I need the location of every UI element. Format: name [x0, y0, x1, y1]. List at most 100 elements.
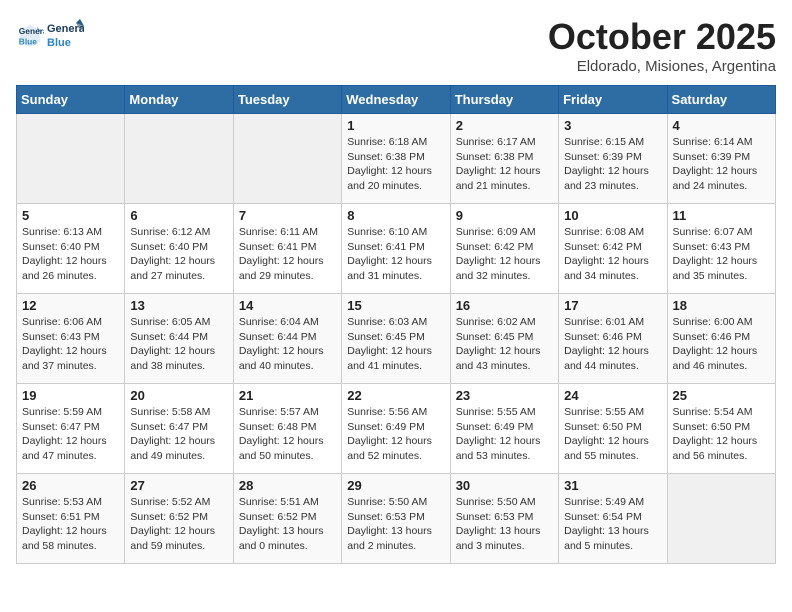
calendar-cell: [125, 114, 233, 204]
calendar-cell: 15 Sunrise: 6:03 AM Sunset: 6:45 PM Dayli…: [342, 294, 450, 384]
calendar-cell: 25 Sunrise: 5:54 AM Sunset: 6:50 PM Dayli…: [667, 384, 775, 474]
calendar-cell: 8 Sunrise: 6:10 AM Sunset: 6:41 PM Daylig…: [342, 204, 450, 294]
day-info: Sunrise: 6:03 AM Sunset: 6:45 PM Dayligh…: [347, 315, 444, 374]
calendar-cell: 26 Sunrise: 5:53 AM Sunset: 6:51 PM Dayli…: [17, 474, 125, 564]
calendar-cell: 28Sunrise: 5:51 AM Sunset: 6:52 PM Dayli…: [233, 474, 341, 564]
calendar-week-3: 12Sunrise: 6:06 AM Sunset: 6:43 PM Dayli…: [17, 294, 776, 384]
day-info: Sunrise: 6:15 AM Sunset: 6:39 PM Dayligh…: [564, 135, 661, 194]
calendar-cell: 9Sunrise: 6:09 AM Sunset: 6:42 PM Daylig…: [450, 204, 558, 294]
calendar-cell: 14 Sunrise: 6:04 AM Sunset: 6:44 PM Dayli…: [233, 294, 341, 384]
day-number: 28: [239, 478, 336, 493]
day-number: 31: [564, 478, 661, 493]
page-header: General Blue General Blue October 2025 E…: [16, 16, 776, 75]
logo-icon: General Blue: [16, 21, 44, 49]
calendar-cell: 31 Sunrise: 5:49 AM Sunset: 6:54 PM Dayli…: [559, 474, 667, 564]
calendar-cell: 21 Sunrise: 5:57 AM Sunset: 6:48 PM Dayli…: [233, 384, 341, 474]
calendar-cell: 18 Sunrise: 6:00 AM Sunset: 6:46 PM Dayli…: [667, 294, 775, 384]
day-number: 25: [673, 388, 770, 403]
logo-graphic: General Blue: [46, 16, 84, 54]
day-info: Sunrise: 6:05 AM Sunset: 6:44 PM Dayligh…: [130, 315, 227, 374]
calendar-week-2: 5 Sunrise: 6:13 AM Sunset: 6:40 PM Daylig…: [17, 204, 776, 294]
calendar-cell: [667, 474, 775, 564]
calendar-table: SundayMondayTuesdayWednesdayThursdayFrid…: [16, 85, 776, 564]
logo: General Blue General Blue: [16, 16, 84, 54]
day-info: Sunrise: 5:52 AM Sunset: 6:52 PM Dayligh…: [130, 495, 227, 554]
location-subtitle: Eldorado, Misiones, Argentina: [548, 58, 776, 75]
month-title: October 2025: [548, 16, 776, 58]
weekday-header-monday: Monday: [125, 86, 233, 114]
calendar-cell: 30 Sunrise: 5:50 AM Sunset: 6:53 PM Dayli…: [450, 474, 558, 564]
calendar-cell: 1 Sunrise: 6:18 AM Sunset: 6:38 PM Daylig…: [342, 114, 450, 204]
day-info: Sunrise: 5:55 AM Sunset: 6:50 PM Dayligh…: [564, 405, 661, 464]
day-number: 12: [22, 298, 119, 313]
calendar-cell: 2 Sunrise: 6:17 AM Sunset: 6:38 PM Daylig…: [450, 114, 558, 204]
day-number: 18: [673, 298, 770, 313]
day-number: 20: [130, 388, 227, 403]
day-info: Sunrise: 5:54 AM Sunset: 6:50 PM Dayligh…: [673, 405, 770, 464]
day-number: 11: [673, 208, 770, 223]
day-info: Sunrise: 5:56 AM Sunset: 6:49 PM Dayligh…: [347, 405, 444, 464]
day-number: 2: [456, 118, 553, 133]
day-info: Sunrise: 5:49 AM Sunset: 6:54 PM Dayligh…: [564, 495, 661, 554]
day-info: Sunrise: 5:53 AM Sunset: 6:51 PM Dayligh…: [22, 495, 119, 554]
calendar-week-5: 26 Sunrise: 5:53 AM Sunset: 6:51 PM Dayli…: [17, 474, 776, 564]
weekday-header-saturday: Saturday: [667, 86, 775, 114]
day-number: 21: [239, 388, 336, 403]
day-info: Sunrise: 5:59 AM Sunset: 6:47 PM Dayligh…: [22, 405, 119, 464]
day-number: 9: [456, 208, 553, 223]
calendar-cell: 11 Sunrise: 6:07 AM Sunset: 6:43 PM Dayli…: [667, 204, 775, 294]
weekday-header-tuesday: Tuesday: [233, 86, 341, 114]
day-number: 6: [130, 208, 227, 223]
day-info: Sunrise: 5:50 AM Sunset: 6:53 PM Dayligh…: [456, 495, 553, 554]
day-info: Sunrise: 6:10 AM Sunset: 6:41 PM Dayligh…: [347, 225, 444, 284]
day-number: 29: [347, 478, 444, 493]
calendar-cell: 16Sunrise: 6:02 AM Sunset: 6:45 PM Dayli…: [450, 294, 558, 384]
weekday-header-friday: Friday: [559, 86, 667, 114]
day-number: 5: [22, 208, 119, 223]
day-info: Sunrise: 6:18 AM Sunset: 6:38 PM Dayligh…: [347, 135, 444, 194]
day-number: 16: [456, 298, 553, 313]
title-block: October 2025 Eldorado, Misiones, Argenti…: [548, 16, 776, 75]
day-info: Sunrise: 5:55 AM Sunset: 6:49 PM Dayligh…: [456, 405, 553, 464]
day-info: Sunrise: 6:00 AM Sunset: 6:46 PM Dayligh…: [673, 315, 770, 374]
weekday-header-sunday: Sunday: [17, 86, 125, 114]
day-number: 23: [456, 388, 553, 403]
day-number: 24: [564, 388, 661, 403]
day-info: Sunrise: 5:58 AM Sunset: 6:47 PM Dayligh…: [130, 405, 227, 464]
day-info: Sunrise: 6:13 AM Sunset: 6:40 PM Dayligh…: [22, 225, 119, 284]
day-number: 13: [130, 298, 227, 313]
calendar-cell: 22Sunrise: 5:56 AM Sunset: 6:49 PM Dayli…: [342, 384, 450, 474]
day-info: Sunrise: 6:14 AM Sunset: 6:39 PM Dayligh…: [673, 135, 770, 194]
day-info: Sunrise: 6:17 AM Sunset: 6:38 PM Dayligh…: [456, 135, 553, 194]
day-info: Sunrise: 6:04 AM Sunset: 6:44 PM Dayligh…: [239, 315, 336, 374]
day-number: 7: [239, 208, 336, 223]
day-number: 1: [347, 118, 444, 133]
day-number: 30: [456, 478, 553, 493]
day-info: Sunrise: 6:12 AM Sunset: 6:40 PM Dayligh…: [130, 225, 227, 284]
calendar-cell: 17Sunrise: 6:01 AM Sunset: 6:46 PM Dayli…: [559, 294, 667, 384]
calendar-cell: 4Sunrise: 6:14 AM Sunset: 6:39 PM Daylig…: [667, 114, 775, 204]
day-info: Sunrise: 6:08 AM Sunset: 6:42 PM Dayligh…: [564, 225, 661, 284]
calendar-cell: 10 Sunrise: 6:08 AM Sunset: 6:42 PM Dayli…: [559, 204, 667, 294]
day-number: 10: [564, 208, 661, 223]
day-info: Sunrise: 6:01 AM Sunset: 6:46 PM Dayligh…: [564, 315, 661, 374]
day-number: 14: [239, 298, 336, 313]
day-info: Sunrise: 5:50 AM Sunset: 6:53 PM Dayligh…: [347, 495, 444, 554]
svg-text:Blue: Blue: [47, 37, 71, 49]
calendar-cell: 7 Sunrise: 6:11 AM Sunset: 6:41 PM Daylig…: [233, 204, 341, 294]
day-info: Sunrise: 6:11 AM Sunset: 6:41 PM Dayligh…: [239, 225, 336, 284]
calendar-week-1: 1 Sunrise: 6:18 AM Sunset: 6:38 PM Daylig…: [17, 114, 776, 204]
calendar-cell: 5 Sunrise: 6:13 AM Sunset: 6:40 PM Daylig…: [17, 204, 125, 294]
calendar-cell: 20 Sunrise: 5:58 AM Sunset: 6:47 PM Dayli…: [125, 384, 233, 474]
weekday-header-wednesday: Wednesday: [342, 86, 450, 114]
day-info: Sunrise: 5:57 AM Sunset: 6:48 PM Dayligh…: [239, 405, 336, 464]
day-number: 26: [22, 478, 119, 493]
day-number: 15: [347, 298, 444, 313]
calendar-cell: 6 Sunrise: 6:12 AM Sunset: 6:40 PM Daylig…: [125, 204, 233, 294]
calendar-cell: 27Sunrise: 5:52 AM Sunset: 6:52 PM Dayli…: [125, 474, 233, 564]
day-info: Sunrise: 6:07 AM Sunset: 6:43 PM Dayligh…: [673, 225, 770, 284]
calendar-cell: 24 Sunrise: 5:55 AM Sunset: 6:50 PM Dayli…: [559, 384, 667, 474]
weekday-header-row: SundayMondayTuesdayWednesdayThursdayFrid…: [17, 86, 776, 114]
day-number: 8: [347, 208, 444, 223]
calendar-cell: [17, 114, 125, 204]
